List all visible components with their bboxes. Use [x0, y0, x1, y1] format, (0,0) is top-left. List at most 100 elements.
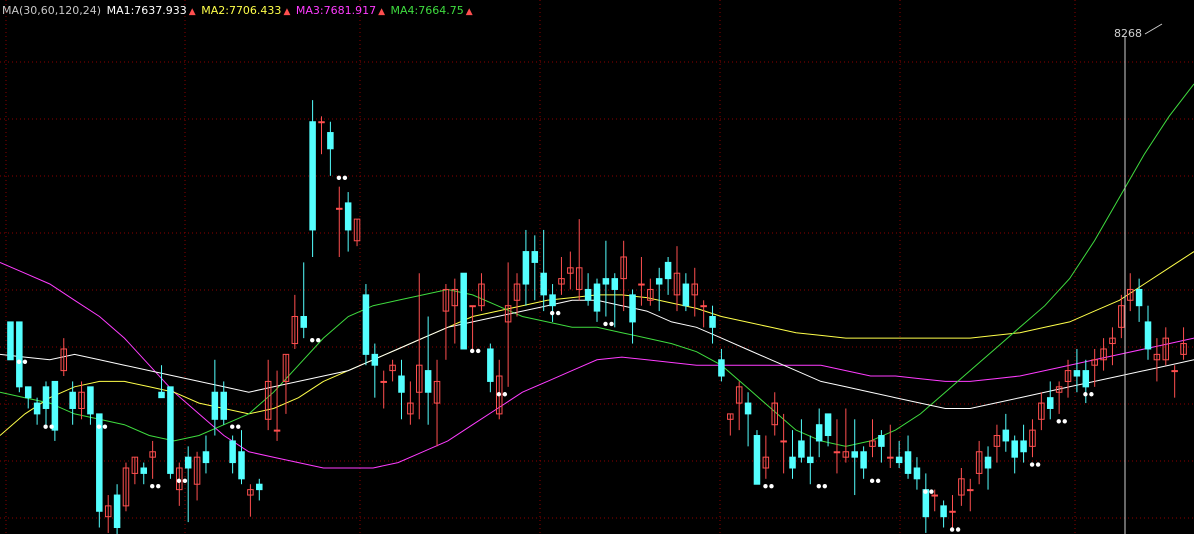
candle-body-92: [824, 413, 832, 437]
candle-body-73: [655, 278, 663, 285]
ma-legend: MA(30,60,120,24) MA1:7637.933 ▲ MA2:7706.…: [2, 3, 475, 19]
candle-body-1: [16, 321, 23, 388]
candle-body-60: [540, 272, 547, 296]
signal-dot-51-b: [476, 348, 481, 354]
candle-body-120: [1073, 370, 1081, 377]
signal-dot-117-a: [1056, 419, 1061, 424]
candle-body-114: [1020, 440, 1027, 453]
candle-body-26: [238, 451, 245, 480]
candle-body-67: [602, 278, 610, 285]
high-price-label: 8268: [1114, 27, 1142, 40]
candle-body-35: [318, 121, 325, 124]
legend-ma4-arrow-icon: ▲: [465, 7, 473, 17]
candle-body-71: [638, 283, 645, 286]
signal-dot-66-a: [603, 321, 608, 327]
signal-dot-0-b: [22, 359, 28, 364]
signal-dot-15-a: [150, 484, 155, 489]
candle-body-91: [815, 424, 823, 442]
moving-average-lines: [0, 83, 1194, 469]
candle-body-54: [487, 348, 494, 382]
candle-body-4: [42, 386, 50, 409]
candle-body-9: [87, 386, 94, 415]
candle-body-80: [718, 359, 725, 377]
signal-dot-114-a: [1029, 462, 1035, 467]
signal-dot-120-a: [1083, 392, 1088, 397]
candle-body-65: [584, 288, 592, 301]
signal-dot-120-b: [1089, 392, 1094, 397]
candle-body-83: [744, 402, 752, 415]
signal-dot-24-b: [236, 424, 241, 429]
candle-body-15: [140, 467, 148, 474]
candle-body-41: [371, 353, 379, 366]
candle-body-3: [33, 402, 41, 415]
signal-dot-51-a: [470, 348, 475, 354]
signal-dot-15-b: [156, 484, 161, 489]
signal-dot-84-a: [763, 484, 768, 489]
signal-dot-102-a: [923, 489, 928, 494]
candle-body-84: [753, 435, 761, 485]
ma4-line: [0, 83, 1194, 447]
candle-body-79: [709, 316, 716, 328]
candle-body-25: [229, 440, 236, 464]
candle-body-23: [211, 391, 219, 420]
candle-body-12: [113, 494, 121, 529]
signal-dot-96-a: [869, 478, 875, 484]
candle-body-24: [220, 391, 227, 420]
candle-body-106: [949, 510, 956, 513]
candle-body-44: [398, 375, 405, 393]
candle-body-40: [362, 294, 370, 355]
signal-dot-117-b: [1062, 419, 1067, 424]
candle-body-30: [273, 429, 281, 432]
candle-body-121: [1082, 370, 1090, 388]
signal-dot-18-b: [182, 478, 188, 484]
candle-body-17: [158, 391, 165, 399]
candle-body-112: [1002, 429, 1010, 442]
signal-dot-84-b: [769, 484, 774, 489]
signal-dot-60-b: [555, 310, 561, 316]
signal-dot-105-b: [955, 527, 961, 532]
legend-ma2: MA2:7706.433: [201, 4, 282, 17]
legend-ma2-arrow-icon: ▲: [283, 7, 291, 17]
legend-ma3-arrow-icon: ▲: [378, 7, 385, 17]
candle-body-108: [967, 489, 974, 492]
candle-body-93: [833, 451, 841, 454]
signal-dot-3-b: [49, 424, 54, 429]
candle-body-42: [380, 380, 387, 383]
candle-body-131: [1171, 370, 1178, 373]
legend-ma1-arrow-icon: ▲: [188, 7, 196, 17]
candle-body-110: [984, 456, 992, 469]
candle-body-99: [887, 456, 894, 459]
candle-body-18: [167, 386, 174, 474]
signal-dot-36-a: [336, 175, 342, 181]
candle-body-101: [904, 451, 912, 474]
candle-body-51: [460, 272, 467, 350]
signal-dot-0-a: [16, 359, 22, 364]
signal-dot-96-b: [875, 478, 881, 484]
candle-body-66: [593, 283, 601, 312]
signal-dot-18-a: [176, 478, 182, 484]
candle-body-90: [807, 456, 814, 464]
candle-body-105: [940, 505, 947, 518]
signal-dot-90-b: [822, 484, 828, 489]
candle-body-22: [202, 451, 210, 464]
signal-dot-9-b: [102, 424, 108, 429]
signal-dots: [16, 175, 1094, 532]
signal-dot-54-a: [496, 392, 502, 397]
candle-body-7: [69, 391, 76, 409]
candle-body-89: [798, 440, 805, 458]
signal-dot-36-b: [342, 175, 348, 181]
legend-header: MA(30,60,120,24): [2, 4, 102, 17]
candle-body-102: [913, 467, 921, 480]
candle-body-2: [24, 386, 32, 399]
legend-ma3: MA3:7681.917: [295, 4, 377, 17]
candlestick-chart[interactable]: 8268: [0, 0, 1194, 534]
candle-body-78: [700, 305, 707, 308]
signal-dot-66-b: [609, 321, 614, 327]
signal-dot-105-a: [949, 527, 955, 532]
candle-body-87: [780, 440, 787, 443]
signal-dot-102-b: [929, 489, 934, 494]
candle-body-88: [789, 456, 796, 469]
candle-body-47: [424, 370, 432, 393]
candle-body-117: [1046, 397, 1054, 409]
signal-dot-54-b: [502, 392, 508, 397]
